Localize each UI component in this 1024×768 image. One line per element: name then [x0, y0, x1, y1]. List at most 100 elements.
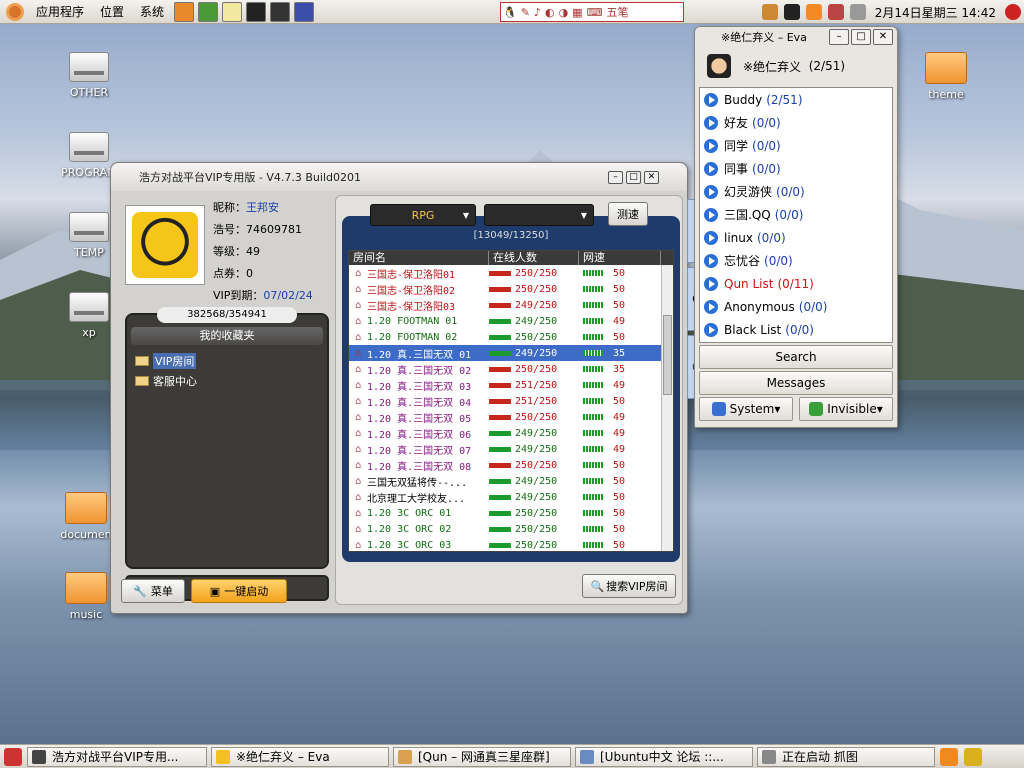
room-row[interactable]: ⌂ 1.20 真.三国无双 02 250/250 35 [349, 361, 673, 377]
help-launcher-icon[interactable] [222, 1, 243, 22]
desktop-icon-other[interactable]: OTHER [49, 52, 129, 99]
minimize-button[interactable]: – [608, 171, 623, 184]
buddy-group[interactable]: Anonymous (0/0) [700, 295, 892, 318]
room-row[interactable]: ⌂ 1.20 真.三国无双 07 249/250 49 [349, 441, 673, 457]
bottom-panel: 浩方对战平台VIP专用... ※绝仁弃义 – Eva [Qun – 网通真三星座… [0, 744, 1024, 768]
room-load-bar [489, 318, 511, 324]
room-row[interactable]: ⌂ 1.20 真.三国无双 05 250/250 49 [349, 409, 673, 425]
menu-button[interactable]: 🔧 菜单 [121, 579, 185, 603]
room-name: 北京理工大学校友... [367, 493, 466, 505]
room-icon: ⌂ [354, 283, 362, 295]
search-button[interactable]: Search [699, 345, 893, 369]
app-launcher-icon[interactable] [270, 1, 291, 22]
favorite-item-vip-room[interactable]: VIP房间 [135, 351, 327, 371]
category-select[interactable]: RPG ▼ [370, 204, 476, 226]
speedtest-button[interactable]: 测速 [608, 202, 648, 226]
system-button[interactable]: System ▾ [699, 397, 793, 421]
maximize-button[interactable]: □ [626, 171, 641, 184]
search-vip-room-button[interactable]: 🔍 搜索VIP房间 [582, 574, 676, 598]
room-row[interactable]: ⌂ 1.20 3C ORC 02 250/250 50 [349, 521, 673, 537]
ime-tool-icon[interactable]: ▦ [570, 6, 584, 19]
invisible-button[interactable]: Invisible ▾ [799, 397, 893, 421]
ime-mode-label[interactable]: 五笔 [604, 4, 630, 20]
room-online-count: 249/250 [515, 315, 558, 327]
window-title[interactable]: 浩方对战平台VIP专用版 - V4.7.3 Build0201 [111, 163, 687, 191]
avatar[interactable] [125, 205, 205, 285]
room-list[interactable]: 房间名 在线人数 网速 ⌂ 三国志-保卫洛阳01 250/250 50 ⌂ 三国志-保卫洛… [348, 250, 674, 552]
favorite-item-service[interactable]: 客服中心 [135, 371, 327, 391]
trash-icon[interactable] [940, 747, 958, 766]
room-row[interactable]: ⌂ 1.20 真.三国无双 04 251/250 50 [349, 393, 673, 409]
close-button[interactable]: ✕ [644, 171, 659, 184]
buddy-group[interactable]: 同事 (0/0) [700, 157, 892, 180]
penguin-icon[interactable]: 🐧 [501, 6, 519, 19]
ime-keyboard-icon[interactable]: ⌨ [585, 6, 605, 19]
buddy-group[interactable]: 忘忧谷 (0/0) [700, 249, 892, 272]
menu-system[interactable]: 系统 [132, 3, 172, 20]
m-launcher-icon[interactable] [294, 1, 315, 22]
room-row[interactable]: ⌂ 1.20 3C ORC 03 250/250 50 [349, 537, 673, 551]
volume-icon[interactable] [849, 4, 866, 20]
scrollbar-thumb[interactable] [663, 315, 672, 395]
dictionary-launcher-icon[interactable] [174, 1, 195, 22]
room-row[interactable]: ⌂ 三国志-保卫洛阳03 249/250 50 [349, 297, 673, 313]
task-screenshot[interactable]: 正在启动 抓图 [757, 746, 935, 767]
buddy-group[interactable]: 三国.QQ (0/0) [700, 203, 892, 226]
eva-tray-icon[interactable] [783, 4, 800, 20]
task-qun[interactable]: [Qun – 网通真三星座群] [393, 746, 571, 767]
ime-tool-icon[interactable]: ♪ [532, 6, 543, 19]
room-row[interactable]: ⌂ 1.20 FOOTMAN 01 249/250 49 [349, 313, 673, 329]
room-row[interactable]: ⌂ 1.20 真.三国无双 01 249/250 35 [349, 345, 673, 361]
menu-applications[interactable]: 应用程序 [28, 3, 92, 20]
power-icon[interactable] [1005, 4, 1021, 20]
column-online[interactable]: 在线人数 [489, 251, 579, 265]
avatar[interactable] [707, 54, 731, 78]
editor-launcher-icon[interactable] [198, 1, 219, 22]
ime-tool-icon[interactable]: ◐ [543, 6, 557, 19]
buddy-group[interactable]: Qun List (0/11) [700, 272, 892, 295]
column-room-name[interactable]: 房间名 [349, 251, 489, 265]
room-row[interactable]: ⌂ 1.20 真.三国无双 06 249/250 49 [349, 425, 673, 441]
messages-button[interactable]: Messages [699, 371, 893, 395]
buddy-group[interactable]: 同学 (0/0) [700, 134, 892, 157]
buddy-group[interactable]: 好友 (0/0) [700, 111, 892, 134]
maximize-button[interactable]: □ [851, 29, 871, 45]
show-desktop-icon[interactable] [4, 747, 22, 766]
buddy-group[interactable]: Black List (0/0) [700, 318, 892, 341]
room-row[interactable]: ⌂ 1.20 真.三国无双 08 250/250 50 [349, 457, 673, 473]
clock[interactable]: 2月14日星期三 14:42 [869, 4, 1002, 21]
task-eva[interactable]: ※绝仁弃义 – Eva [211, 746, 389, 767]
room-row[interactable]: ⌂ 1.20 真.三国无双 03 251/250 49 [349, 377, 673, 393]
room-row[interactable]: ⌂ 三国志-保卫洛阳02 250/250 50 [349, 281, 673, 297]
input-method-bar[interactable]: 🐧 ✎ ♪ ◐ ◑ ▦ ⌨ 五笔 [500, 2, 684, 22]
minimize-button[interactable]: – [829, 29, 849, 45]
launch-button[interactable]: ▣ 一键启动 [191, 579, 287, 603]
app-tray-icon[interactable] [827, 4, 844, 20]
desktop-icon-theme[interactable]: theme [906, 52, 986, 101]
room-row[interactable]: ⌂ 三国志-保卫洛阳01 250/250 50 [349, 265, 673, 281]
ubuntu-logo-icon[interactable] [6, 2, 24, 21]
ime-tool-icon[interactable]: ✎ [519, 6, 532, 19]
subcategory-select[interactable]: ▼ [484, 204, 594, 226]
room-row[interactable]: ⌂ 三国无双猛将传--... 249/250 50 [349, 473, 673, 489]
expand-arrow-icon [704, 322, 718, 337]
column-speed[interactable]: 网速 [579, 251, 661, 265]
close-button[interactable]: ✕ [873, 29, 893, 45]
room-row[interactable]: ⌂ 北京理工大学校友... 249/250 50 [349, 489, 673, 505]
task-ubuntu-forum[interactable]: [Ubuntu中文 论坛 ::... [575, 746, 753, 767]
group-count: (0/0) [776, 184, 805, 199]
update-icon[interactable] [805, 4, 822, 20]
ime-tool-icon[interactable]: ◑ [557, 6, 571, 19]
room-row[interactable]: ⌂ 1.20 3C ORC 01 250/250 50 [349, 505, 673, 521]
task-haofang[interactable]: 浩方对战平台VIP专用... [27, 746, 207, 767]
workspace-switcher-icon[interactable] [964, 747, 982, 766]
buddy-group[interactable]: linux (0/0) [700, 226, 892, 249]
menu-places[interactable]: 位置 [92, 3, 132, 20]
room-list-scrollbar[interactable] [661, 265, 673, 551]
network-icon[interactable] [761, 4, 778, 20]
terminal-launcher-icon[interactable] [246, 1, 267, 22]
room-speed: 50 [613, 283, 626, 295]
room-row[interactable]: ⌂ 1.20 FOOTMAN 02 250/250 50 [349, 329, 673, 345]
buddy-group[interactable]: Buddy (2/51) [700, 88, 892, 111]
buddy-group[interactable]: 幻灵游侠 (0/0) [700, 180, 892, 203]
